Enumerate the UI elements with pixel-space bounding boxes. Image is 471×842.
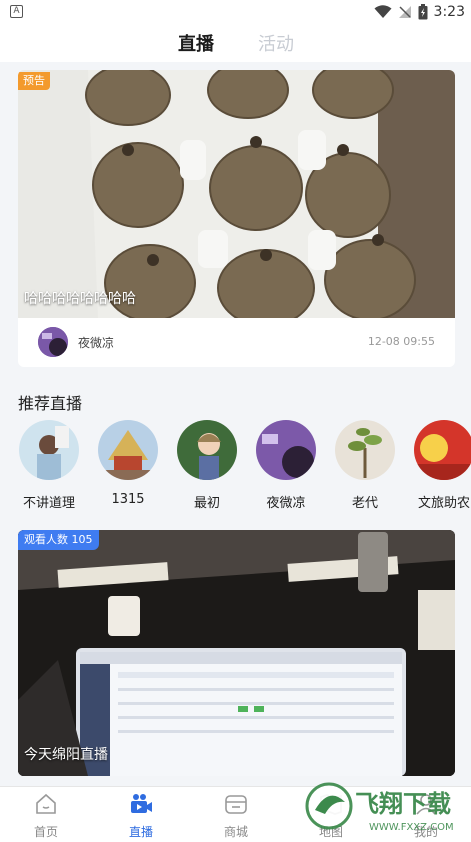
- stream-title: 今天绵阳直播: [24, 747, 108, 763]
- recommended-anchors-list: 不讲道理 1315 最初 夜微凉 老代 文旅助农: [18, 420, 471, 512]
- no-signal-icon: [398, 6, 411, 18]
- anchor-item[interactable]: 1315: [97, 420, 159, 507]
- status-bar: A 3:23: [0, 0, 471, 24]
- avatar: [414, 420, 471, 480]
- avatar: [177, 420, 237, 480]
- nav-label: 直播: [128, 825, 153, 839]
- nav-item-home[interactable]: 首页: [16, 793, 76, 840]
- anchor-name: 不讲道理: [22, 496, 75, 511]
- anchor-name: 文旅助农: [417, 496, 470, 511]
- anchor-name: 最初: [193, 496, 220, 511]
- nav-label: 首页: [33, 825, 58, 839]
- cover-image-meeting: [18, 530, 455, 776]
- live-camera-icon: [131, 794, 152, 813]
- battery-charging-icon: [418, 4, 428, 20]
- tab-activity[interactable]: 活动: [258, 30, 294, 56]
- avatar: [256, 420, 316, 480]
- anchor-item[interactable]: 夜微凉: [255, 420, 317, 511]
- anchor-item[interactable]: 最初: [176, 420, 238, 511]
- live-card[interactable]: 观看人数 105 今天绵阳直播: [18, 530, 455, 776]
- avatar: [335, 420, 395, 480]
- tab-live[interactable]: 直播: [178, 30, 214, 56]
- nav-label: 商城: [223, 825, 248, 839]
- watermark-url: WWW.FXXZ.COM: [369, 822, 454, 833]
- shop-icon: [225, 795, 247, 814]
- nav-item-live[interactable]: 直播: [111, 793, 171, 840]
- avatar: [98, 420, 158, 480]
- card-footer: 夜微凉 12-08 09:55: [18, 318, 455, 367]
- status-icons: 3:23: [374, 2, 465, 22]
- nav-item-shop[interactable]: 商城: [206, 793, 266, 840]
- avatar: [38, 327, 68, 357]
- watermark-logo: 飞翔下载 WWW.FXXZ.COM: [305, 782, 454, 833]
- top-tab-bar: 直播 活动: [0, 24, 471, 62]
- home-icon: [36, 793, 56, 814]
- anchor-name: 夜微凉: [266, 496, 306, 511]
- anchor-name: 1315: [111, 492, 145, 507]
- avatar: [19, 420, 79, 480]
- anchor-item[interactable]: 不讲道理: [18, 420, 80, 511]
- preview-badge: 预告: [18, 72, 50, 90]
- anchor-name: 老代: [351, 496, 378, 511]
- wifi-icon: [374, 5, 392, 18]
- stream-title: 哈哈哈哈哈哈哈哈: [24, 291, 136, 307]
- viewer-count-badge: 观看人数 105: [18, 530, 99, 550]
- section-title-recommended: 推荐直播: [18, 394, 83, 413]
- status-time: 3:23: [433, 4, 465, 20]
- anchor-item[interactable]: 老代: [334, 420, 396, 511]
- stream-time: 12-08 09:55: [367, 335, 435, 348]
- anchor-name: 夜微凉: [78, 336, 115, 350]
- app-notification-icon: A: [10, 5, 23, 18]
- cover-image-kiwi: 预告 哈哈哈哈哈哈哈哈: [18, 70, 455, 318]
- anchor-item[interactable]: 文旅助农: [413, 420, 471, 511]
- featured-live-card[interactable]: 预告 哈哈哈哈哈哈哈哈 夜微凉 12-08 09:55: [18, 70, 455, 367]
- watermark-text: 飞翔下载: [355, 790, 451, 818]
